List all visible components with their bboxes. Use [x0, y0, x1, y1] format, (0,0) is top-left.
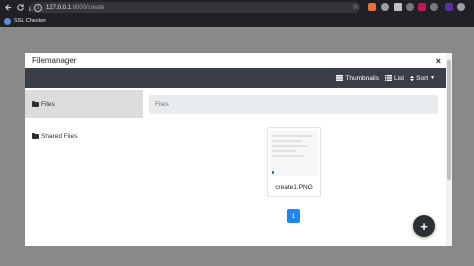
list-icon: [385, 75, 392, 81]
add-button[interactable]: +: [413, 215, 435, 237]
chevron-down-icon: ▼: [430, 75, 435, 81]
bookmarks-bar: SSL Checker: [0, 15, 474, 27]
thumbnails-button[interactable]: Thumbnails: [336, 75, 379, 82]
sidebar-item-files[interactable]: Files: [25, 90, 143, 118]
pagination-page-1[interactable]: 1: [287, 209, 300, 223]
ssl-checker-bookmark-icon[interactable]: [4, 17, 11, 25]
reload-icon[interactable]: [14, 2, 26, 14]
url-host: 127.0.0.1: [46, 4, 72, 11]
file-name: create1.PNG: [275, 184, 313, 191]
file-item[interactable]: create1.PNG: [267, 127, 321, 197]
url-text: 127.0.0.1:8000/create: [46, 5, 104, 11]
modal-header: Filemanager ×: [25, 53, 447, 68]
profile-icon[interactable]: [457, 3, 465, 11]
sort-icon: [410, 75, 415, 81]
sidebar-item-label: Shared Files: [41, 132, 78, 140]
breadcrumb: Files: [149, 95, 438, 114]
folder-open-icon: [32, 100, 39, 107]
list-label: List: [394, 74, 405, 82]
back-icon[interactable]: [2, 2, 14, 14]
sidebar-item-label: Files: [41, 100, 55, 108]
extension-icon-7[interactable]: [445, 3, 453, 11]
scrollbar-thumb[interactable]: [447, 60, 451, 180]
info-icon[interactable]: i: [34, 3, 42, 12]
extension-icon-3[interactable]: [394, 3, 402, 11]
url-path: :8000/create: [71, 4, 105, 11]
thumbnails-label: Thumbnails: [345, 74, 379, 82]
list-button[interactable]: List: [385, 75, 404, 82]
sidebar: Files Shared Files: [25, 88, 143, 246]
extension-icon-2[interactable]: [381, 3, 389, 11]
sort-button[interactable]: Sort ▼: [410, 75, 435, 82]
thumbnails-icon: [336, 75, 344, 81]
extension-icon-1[interactable]: [368, 3, 376, 11]
sort-label: Sort: [416, 74, 429, 82]
close-icon[interactable]: ×: [436, 56, 441, 66]
bookmark-star-icon[interactable]: ☆: [352, 2, 359, 11]
extension-icon-4[interactable]: [406, 3, 414, 11]
ssl-checker-bookmark[interactable]: SSL Checker: [14, 18, 46, 24]
address-bar[interactable]: i 127.0.0.1:8000/create: [30, 2, 360, 13]
filemanager-modal: Filemanager × Thumbnails List Sort ▼ Fil…: [25, 53, 447, 246]
browser-chrome: i 127.0.0.1:8000/create ☆ SSL Checker: [0, 0, 474, 27]
modal-title: Filemanager: [32, 56, 77, 65]
file-thumbnail: [270, 131, 318, 176]
sidebar-item-shared-files[interactable]: Shared Files: [25, 122, 143, 150]
extension-icon-6[interactable]: [430, 3, 438, 11]
filemanager-toolbar: Thumbnails List Sort ▼: [25, 68, 447, 88]
folder-icon: [32, 132, 39, 139]
extension-icon-5[interactable]: [418, 3, 426, 11]
breadcrumb-item[interactable]: Files: [155, 101, 169, 108]
